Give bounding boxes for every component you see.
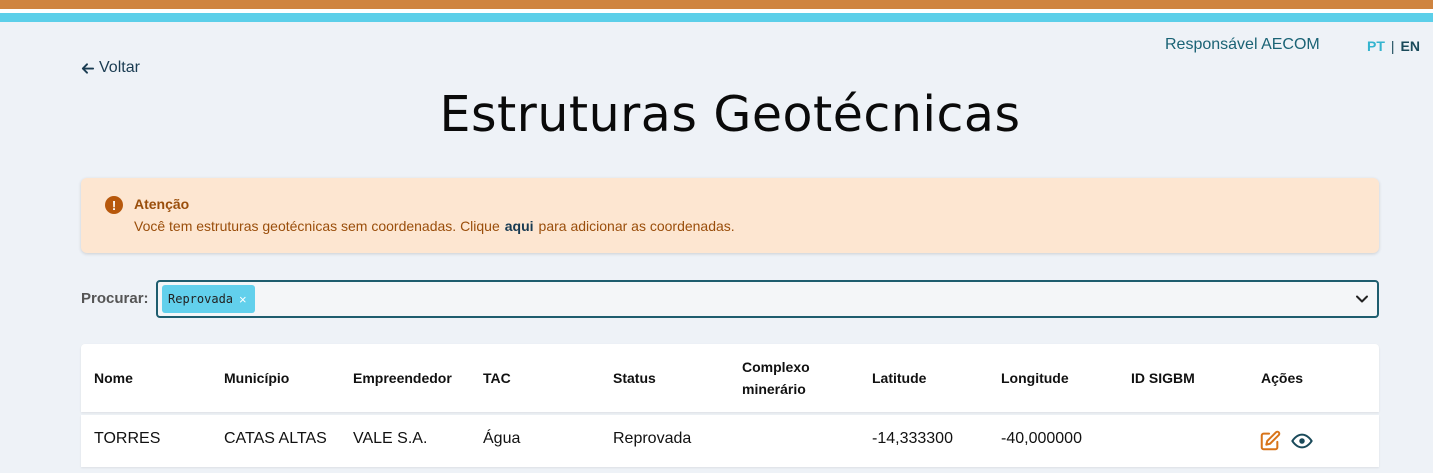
column-header[interactable]: Município [224, 367, 289, 389]
close-icon[interactable]: × [239, 292, 247, 307]
alert-title: Atenção [134, 196, 190, 212]
lang-en-option[interactable]: EN [1401, 38, 1420, 54]
lang-separator: | [1390, 38, 1395, 54]
table-header: Nome Município Empreendedor TAC Status C… [81, 344, 1379, 412]
column-header[interactable]: TAC [483, 367, 511, 389]
cell-nome: TORRES [94, 430, 161, 447]
chevron-down-icon[interactable] [1355, 292, 1369, 306]
cell-longitude: -40,000000 [1001, 430, 1082, 447]
column-header[interactable]: Complexo minerário [742, 356, 822, 400]
alert-message-before: Você tem estruturas geotécnicas sem coor… [134, 218, 500, 234]
column-header[interactable]: Latitude [872, 367, 926, 389]
cell-empreendedor: VALE S.A. [353, 430, 428, 447]
column-header: Ações [1261, 370, 1304, 386]
cell-latitude: -14,333300 [872, 430, 953, 447]
filter-chip-label: Reprovada [168, 292, 234, 306]
add-coordinates-link[interactable]: aqui [505, 218, 534, 234]
cell-municipio: CATAS ALTAS [224, 430, 327, 447]
top-accent-bar [0, 0, 1433, 9]
user-menu[interactable]: Responsável AECOM [1165, 36, 1320, 54]
alert-message: Você tem estruturas geotécnicas sem coor… [134, 218, 735, 234]
page-title: Estruturas Geotécnicas [439, 86, 1021, 143]
structures-table: Nome Município Empreendedor TAC Status C… [81, 344, 1379, 467]
back-link[interactable]: Voltar [80, 59, 140, 77]
search-select[interactable]: Reprovada × [156, 280, 1379, 318]
row-actions [1259, 430, 1313, 452]
cell-tac: Água [483, 430, 521, 447]
column-header[interactable]: Status [613, 367, 656, 389]
cell-status: Reprovada [613, 430, 692, 447]
back-label: Voltar [99, 59, 140, 76]
edit-icon[interactable] [1259, 430, 1281, 452]
lang-pt-option[interactable]: PT [1367, 38, 1385, 54]
column-header[interactable]: Empreendedor [353, 367, 452, 389]
column-header[interactable]: ID SIGBM [1131, 367, 1195, 389]
alert-message-after: para adicionar as coordenadas. [538, 218, 735, 234]
exclamation-circle-icon: ! [105, 196, 123, 214]
column-header[interactable]: Longitude [1001, 367, 1069, 389]
table-row: TORRES CATAS ALTAS VALE S.A. Água Reprov… [81, 415, 1379, 467]
top-accent-bar-blue [0, 13, 1433, 22]
alert-banner: ! Atenção Você tem estruturas geotécnica… [81, 178, 1379, 253]
eye-icon[interactable] [1291, 430, 1313, 452]
column-header[interactable]: Nome [94, 367, 133, 389]
arrow-left-icon [81, 62, 95, 74]
search-label: Procurar: [81, 290, 149, 307]
language-switcher: PT | EN [1367, 38, 1420, 54]
filter-chip: Reprovada × [162, 285, 255, 313]
